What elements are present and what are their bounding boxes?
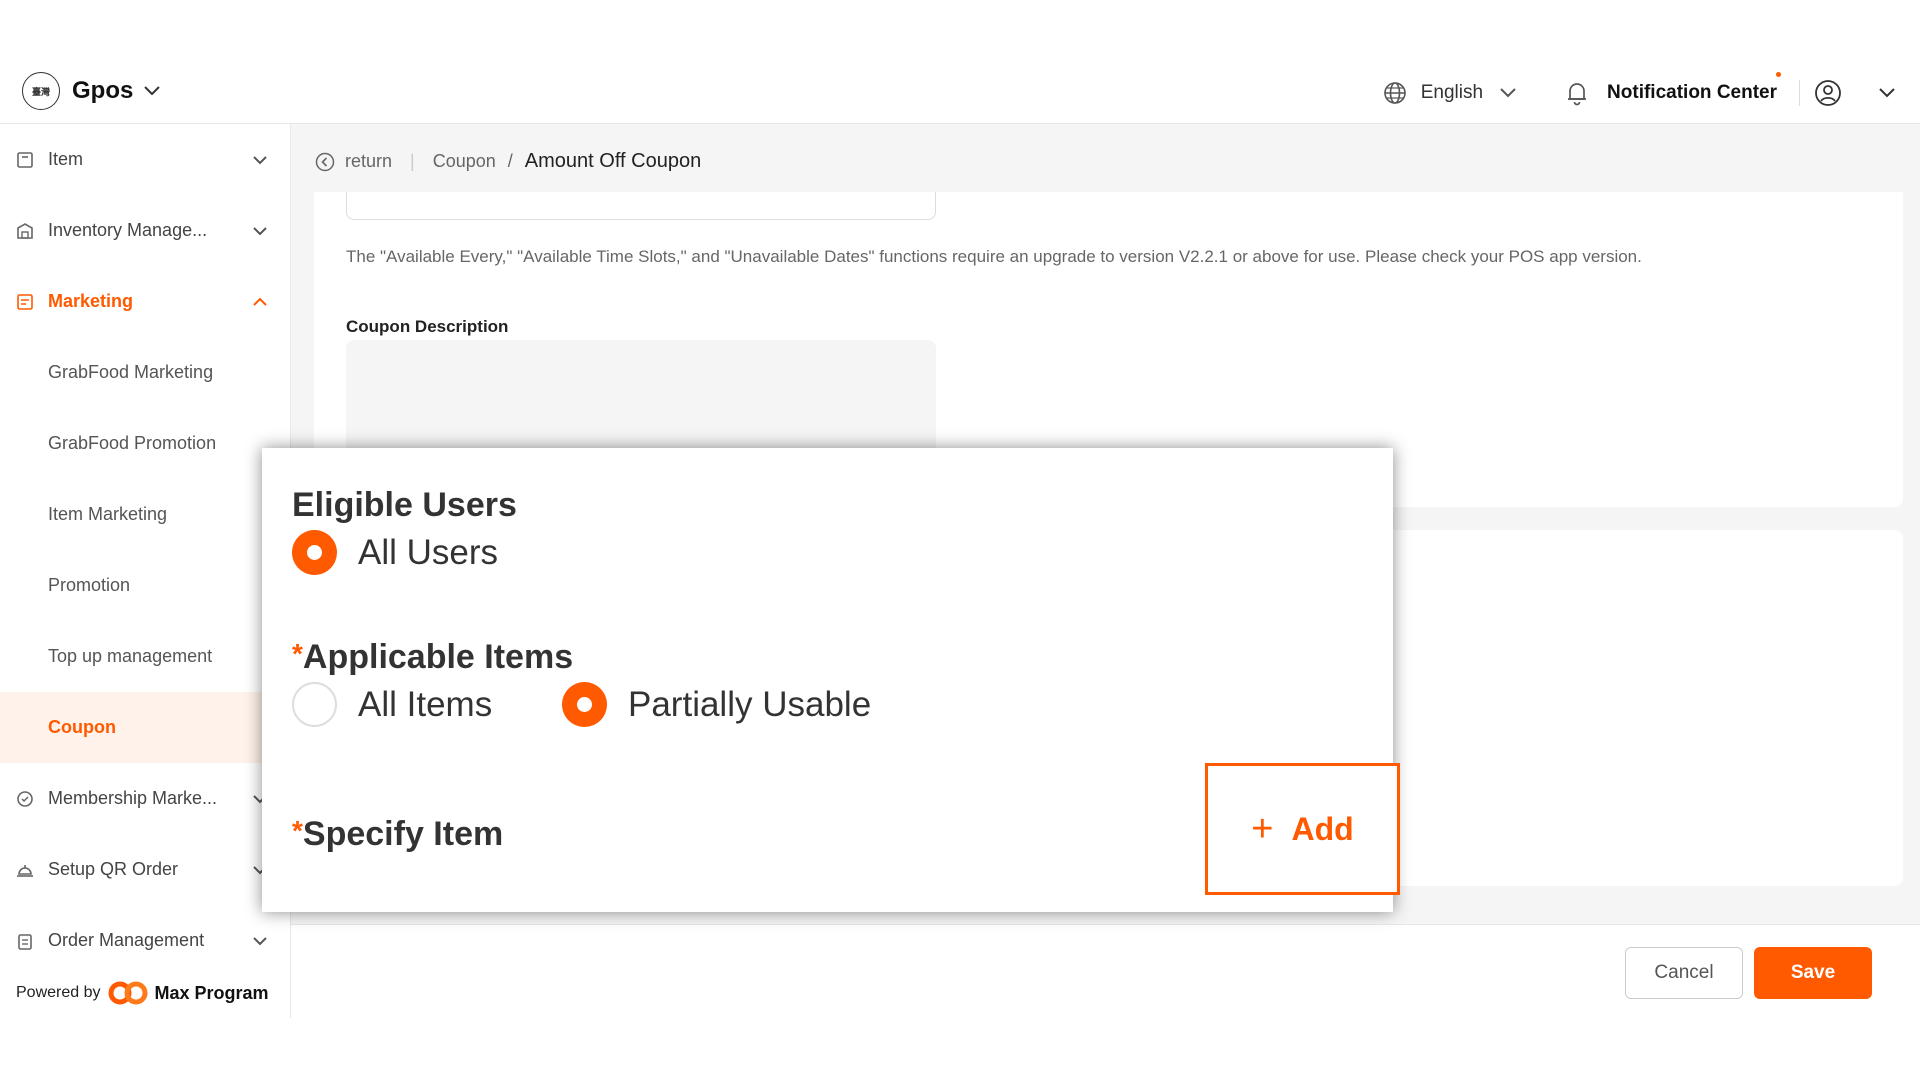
top-bar: 臺灣 Gpos English Notification Center — [0, 62, 1920, 124]
notification-dot — [1776, 72, 1781, 77]
applicable-items-label: *Applicable Items — [292, 638, 573, 677]
clipboard-icon — [18, 933, 32, 950]
membership-icon — [17, 790, 33, 807]
powered-by-brand: Max Program — [154, 982, 269, 1003]
sidebar-item-label: Membership Marke... — [48, 788, 218, 808]
sidebar-item-setup-qr-order[interactable]: Setup QR Order — [0, 834, 290, 905]
powered-by-label: Powered by — [16, 984, 101, 1001]
radio-all-users[interactable]: All Users — [292, 530, 498, 575]
partially-usable-label: Partially Usable — [628, 684, 872, 724]
sidebar-item-membership[interactable]: Membership Marke... — [0, 763, 290, 834]
coupon-description-label: Coupon Description — [346, 317, 509, 336]
notification-center[interactable]: Notification Center — [1565, 72, 1781, 106]
radio-partially-usable[interactable]: Partially Usable — [562, 682, 871, 727]
return-link[interactable]: return — [315, 151, 392, 172]
form-footer: Cancel Save — [291, 924, 1920, 1018]
chevron-up-icon — [253, 297, 267, 306]
cancel-button[interactable]: Cancel — [1625, 947, 1743, 999]
user-avatar-icon — [1815, 80, 1841, 106]
breadcrumb: return | Coupon / Amount Off Coupon — [315, 150, 701, 173]
time-field[interactable] — [346, 192, 936, 220]
breadcrumb-slash: / — [507, 151, 513, 171]
sidebar: Item Inventory Manage... Marketing GrabF… — [0, 124, 291, 1018]
max-program-logo-icon — [108, 981, 147, 1005]
sidebar-item-label: Item — [48, 149, 84, 169]
specify-item-label: *Specify Item — [292, 815, 503, 854]
chevron-down-icon — [253, 155, 267, 164]
marketing-icon — [17, 293, 33, 310]
sidebar-subitem-grabfood-promotion[interactable]: GrabFood Promotion — [0, 408, 290, 479]
coupon-description-input[interactable] — [346, 340, 936, 460]
store-logo: 臺灣 — [22, 72, 60, 110]
save-button[interactable]: Save — [1754, 947, 1872, 999]
zoomed-callout: Eligible Users All Users *Applicable Ite… — [262, 448, 1400, 912]
radio-selected-icon — [292, 530, 337, 575]
all-items-label: All Items — [358, 684, 493, 724]
user-menu[interactable] — [1814, 79, 1920, 107]
chevron-down-icon — [144, 86, 161, 96]
chevron-down-icon — [1879, 88, 1895, 98]
add-label: Add — [1291, 810, 1354, 847]
page-title: Amount Off Coupon — [524, 150, 702, 172]
language-label: English — [1420, 82, 1484, 103]
divider — [1799, 80, 1800, 106]
chevron-down-icon — [253, 226, 267, 235]
radio-selected-icon — [562, 682, 607, 727]
powered-by: Powered by Max Program — [16, 968, 269, 1018]
plus-icon: + — [1251, 808, 1274, 850]
version-note: The "Available Every," "Available Time S… — [346, 247, 1642, 266]
sidebar-item-order-management[interactable]: Order Management — [0, 905, 290, 976]
bell-icon — [1568, 83, 1587, 106]
specify-item-text: Specify Item — [302, 815, 504, 853]
language-selector[interactable]: English — [1383, 81, 1517, 105]
notification-label: Notification Center — [1607, 82, 1777, 103]
sidebar-subitem-grabfood-marketing[interactable]: GrabFood Marketing — [0, 337, 290, 408]
item-icon — [17, 151, 33, 168]
sidebar-item-label: Order Management — [48, 930, 205, 950]
add-item-button[interactable]: + Add — [1205, 763, 1400, 895]
sidebar-subitem-item-marketing[interactable]: Item Marketing — [0, 479, 290, 550]
sidebar-item-inventory[interactable]: Inventory Manage... — [0, 195, 290, 266]
radio-all-items[interactable]: All Items — [292, 682, 492, 727]
warehouse-icon — [17, 222, 33, 239]
sidebar-item-label: Marketing — [48, 291, 134, 311]
radio-unselected-icon — [292, 682, 337, 727]
cloche-icon — [17, 864, 33, 877]
eligible-users-label: Eligible Users — [292, 486, 517, 524]
applicable-items-text: Applicable Items — [302, 638, 574, 676]
sidebar-subitem-promotion[interactable]: Promotion — [0, 550, 290, 621]
sidebar-item-label: Setup QR Order — [48, 859, 179, 879]
required-mark: * — [292, 815, 303, 846]
chevron-down-icon — [1500, 88, 1516, 98]
bottom-margin — [0, 1018, 1920, 1080]
globe-icon — [1383, 82, 1406, 104]
breadcrumb-separator: | — [410, 151, 415, 171]
required-mark: * — [292, 638, 303, 669]
sidebar-item-marketing[interactable]: Marketing — [0, 266, 290, 337]
sidebar-subitem-coupon[interactable]: Coupon — [0, 692, 290, 763]
sidebar-item-label: Inventory Manage... — [48, 220, 208, 240]
return-label: return — [345, 151, 393, 171]
back-circle-icon — [315, 152, 335, 171]
breadcrumb-coupon[interactable]: Coupon — [433, 151, 496, 172]
sidebar-subitem-top-up-management[interactable]: Top up management — [0, 621, 290, 692]
all-users-label: All Users — [358, 532, 499, 572]
app-name: Gpos — [72, 77, 134, 104]
store-switcher[interactable]: 臺灣 Gpos — [22, 72, 161, 110]
chevron-down-icon — [253, 936, 267, 945]
sidebar-item-item[interactable]: Item — [0, 124, 290, 195]
